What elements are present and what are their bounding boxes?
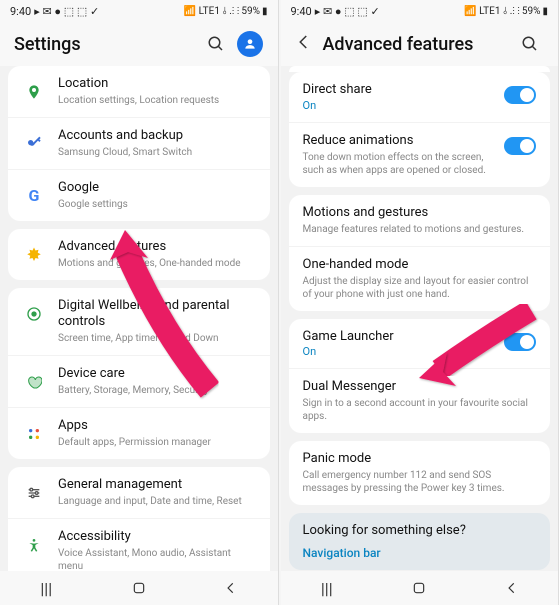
- settings-item[interactable]: Advanced features Motions and gestures, …: [8, 229, 270, 280]
- settings-list[interactable]: Location Location settings, Location req…: [0, 66, 278, 586]
- status-signal: 📶 LTE1 ⫰ .⫶ ⫶: [184, 6, 240, 17]
- advanced-item[interactable]: Dual MessengerSign in to a second accoun…: [289, 369, 551, 433]
- advanced-item[interactable]: Panic modeCall emergency number 112 and …: [289, 441, 551, 505]
- item-subtitle: Tone down motion effects on the screen, …: [303, 151, 499, 177]
- item-title: Google: [58, 180, 258, 197]
- page-title: Advanced features: [323, 34, 511, 55]
- item-subtitle: Motions and gestures, One-handed mode: [58, 257, 258, 270]
- navigation-bar-link[interactable]: Navigation bar: [303, 546, 537, 560]
- item-title: Apps: [58, 418, 258, 435]
- item-title: Accounts and backup: [58, 128, 258, 145]
- settings-item[interactable]: Accounts and backup Samsung Cloud, Smart…: [8, 118, 270, 170]
- nav-home[interactable]: [119, 578, 159, 598]
- settings-item[interactable]: Apps Default apps, Permission manager: [8, 408, 270, 459]
- item-title: Panic mode: [303, 451, 537, 468]
- status-bar: 9:40 ▸ ✉ ● ⬚ ⬚ ✓ 📶 LTE1 ⫰ .⫶ ⫶ 59% ▮: [281, 0, 559, 22]
- battery-icon: ▮: [542, 6, 548, 17]
- item-title: General management: [58, 477, 258, 494]
- item-title: Advanced features: [58, 239, 258, 256]
- nav-recents[interactable]: |||: [26, 578, 66, 598]
- item-title: Dual Messenger: [303, 379, 537, 396]
- nav-recents[interactable]: |||: [307, 578, 347, 598]
- item-subtitle: Language and input, Date and time, Reset: [58, 495, 258, 508]
- search-button[interactable]: [516, 30, 544, 58]
- nav-bar: |||: [281, 571, 559, 605]
- back-button[interactable]: [295, 33, 313, 56]
- device-care-icon: [20, 368, 48, 396]
- status-notif-icons: ▸ ✉ ● ⬚ ⬚ ✓: [315, 5, 380, 18]
- advanced-icon: [20, 241, 48, 269]
- advanced-item[interactable]: Direct shareOn: [289, 72, 551, 123]
- advanced-features-screen: 9:40 ▸ ✉ ● ⬚ ⬚ ✓ 📶 LTE1 ⫰ .⫶ ⫶ 59% ▮ Adv…: [281, 0, 559, 605]
- accessibility-icon: [20, 531, 48, 559]
- item-subtitle: Samsung Cloud, Smart Switch: [58, 146, 258, 159]
- settings-item[interactable]: Device care Battery, Storage, Memory, Se…: [8, 356, 270, 408]
- advanced-item[interactable]: Reduce animationsTone down motion effect…: [289, 123, 551, 187]
- advanced-item[interactable]: One-handed modeAdjust the display size a…: [289, 247, 551, 311]
- item-title: Direct share: [303, 82, 499, 99]
- item-subtitle: Battery, Storage, Memory, Security: [58, 384, 258, 397]
- status-battery: 59%: [522, 6, 541, 17]
- item-title: Accessibility: [58, 529, 258, 546]
- toggle-switch[interactable]: [504, 137, 536, 155]
- settings-header: Settings: [0, 22, 278, 66]
- settings-item[interactable]: General management Language and input, D…: [8, 467, 270, 519]
- status-time: 9:40: [291, 5, 312, 18]
- item-subtitle: Screen time, App timers, Wind Down: [58, 332, 258, 345]
- item-title: Device care: [58, 366, 258, 383]
- looking-title: Looking for something else?: [303, 523, 537, 540]
- item-title: Motions and gestures: [303, 205, 537, 222]
- advanced-item[interactable]: Motions and gesturesManage features rela…: [289, 195, 551, 247]
- status-bar: 9:40 ▸ ✉ ● ⬚ ⬚ ✓ 📶 LTE1 ⫰ .⫶ ⫶ 59% ▮: [0, 0, 278, 22]
- status-time: 9:40: [10, 5, 31, 18]
- item-subtitle: Google settings: [58, 198, 258, 211]
- item-subtitle: Location settings, Location requests: [58, 94, 258, 107]
- general-icon: [20, 479, 48, 507]
- advanced-list[interactable]: Direct shareOn Reduce animationsTone dow…: [281, 66, 559, 586]
- toggle-switch[interactable]: [504, 333, 536, 351]
- battery-icon: ▮: [262, 6, 268, 17]
- google-icon: G: [20, 182, 48, 210]
- item-subtitle: Default apps, Permission manager: [58, 436, 258, 449]
- item-subtitle: Manage features related to motions and g…: [303, 223, 537, 236]
- apps-icon: [20, 420, 48, 448]
- settings-screen: 9:40 ▸ ✉ ● ⬚ ⬚ ✓ 📶 LTE1 ⫰ .⫶ ⫶ 59% ▮ Set…: [0, 0, 279, 605]
- status-notif-icons: ▸ ✉ ● ⬚ ⬚ ✓: [34, 5, 99, 18]
- item-title: Game Launcher: [303, 329, 499, 346]
- wellbeing-icon: [20, 300, 48, 328]
- item-subtitle: Voice Assistant, Mono audio, Assistant m…: [58, 547, 258, 573]
- settings-item[interactable]: G Google Google settings: [8, 170, 270, 221]
- advanced-item[interactable]: Game LauncherOn: [289, 319, 551, 370]
- item-status: On: [303, 345, 499, 358]
- item-title: Digital Wellbeing and parental controls: [58, 298, 258, 332]
- looking-card: Looking for something else? Navigation b…: [289, 513, 551, 570]
- status-signal: 📶 LTE1 ⫰ .⫶ ⫶: [464, 6, 520, 17]
- status-battery: 59%: [241, 6, 260, 17]
- nav-back[interactable]: [211, 578, 251, 598]
- settings-item[interactable]: Digital Wellbeing and parental controls …: [8, 288, 270, 357]
- nav-home[interactable]: [399, 578, 439, 598]
- item-subtitle: Sign in to a second account in your favo…: [303, 397, 537, 423]
- item-title: One-handed mode: [303, 257, 537, 274]
- toggle-switch[interactable]: [504, 86, 536, 104]
- item-subtitle: Adjust the display size and layout for e…: [303, 275, 537, 301]
- search-button[interactable]: [202, 30, 230, 58]
- item-subtitle: Call emergency number 112 and send SOS m…: [303, 469, 537, 495]
- nav-bar: |||: [0, 571, 278, 605]
- profile-button[interactable]: [236, 30, 264, 58]
- advanced-header: Advanced features: [281, 22, 559, 66]
- location-icon: [20, 78, 48, 106]
- item-status: On: [303, 99, 499, 112]
- key-icon: [20, 130, 48, 158]
- item-title: Location: [58, 76, 258, 93]
- page-title: Settings: [14, 34, 196, 55]
- nav-back[interactable]: [492, 578, 532, 598]
- item-title: Reduce animations: [303, 133, 499, 150]
- settings-item[interactable]: Location Location settings, Location req…: [8, 66, 270, 118]
